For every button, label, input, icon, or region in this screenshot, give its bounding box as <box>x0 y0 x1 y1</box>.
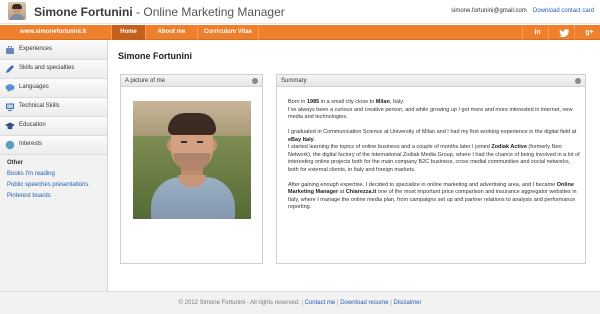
sidebar-item-label: Skills and specialties <box>19 65 75 71</box>
graduation-cap-icon <box>5 122 15 130</box>
tab-curriculum-vitae[interactable]: Curriculum Vitae <box>197 25 259 40</box>
tab-home[interactable]: Home <box>111 25 145 40</box>
site-title: Simone Fortunini - Online Marketing Mana… <box>34 5 285 19</box>
sidebar-item-label: Interests <box>19 141 43 147</box>
panel-header: A picture of me <box>121 75 262 87</box>
sidebar-item-label: Education <box>19 122 46 128</box>
summary-paragraph: Born in 1985 in a small city close to Mi… <box>288 99 573 120</box>
footer-line: © 2012 Simone Fortunini - All rights res… <box>178 300 422 306</box>
sidebar-item-label: Experiences <box>19 46 53 52</box>
footer: © 2012 Simone Fortunini - All rights res… <box>0 291 600 314</box>
summary-paragraph: After gaining enough expertise, I decide… <box>288 181 577 211</box>
googleplus-icon[interactable]: g+ <box>574 25 600 40</box>
sidebar-item-technical-skills[interactable]: Technical Skills <box>0 98 107 117</box>
public-speeches-link[interactable]: Public speeches presentations <box>7 182 88 188</box>
site-owner-role: Online Marketing Manager <box>143 5 285 19</box>
sidebar-item-label: Technical Skills <box>19 103 60 109</box>
sidebar: Experiences Skills and specialties Langu… <box>0 41 108 291</box>
download-contact-card-link[interactable]: Download contact card <box>533 8 594 14</box>
site-url-link[interactable]: www.simonefortunini.it <box>20 25 86 40</box>
sidebar-item-skills[interactable]: Skills and specialties <box>0 60 107 79</box>
books-link[interactable]: Books I'm reading <box>7 171 55 177</box>
download-resume-link[interactable]: Download resume <box>340 300 388 306</box>
page-title: Simone Fortunini <box>118 51 192 61</box>
email-address: simone.fortunini@gmail.com <box>451 8 527 14</box>
other-heading: Other <box>7 160 24 166</box>
summary-panel: Summary Born in 1985 in a small city clo… <box>276 74 586 264</box>
panel-title: A picture of me <box>125 78 166 84</box>
tab-about-me[interactable]: About me <box>145 25 197 40</box>
sidebar-item-label: Languages <box>19 84 49 90</box>
pencil-icon <box>6 65 14 73</box>
sidebar-item-education[interactable]: Education <box>0 117 107 136</box>
sidebar-item-experiences[interactable]: Experiences <box>0 41 107 60</box>
picture-panel: A picture of me <box>120 74 263 264</box>
sidebar-item-languages[interactable]: Languages <box>0 79 107 98</box>
profile-photo <box>133 101 251 219</box>
sidebar-item-interests[interactable]: Interests <box>0 136 107 155</box>
main-navigation: www.simonefortunini.it Home About me Cur… <box>0 25 600 40</box>
summary-text: Born in 1985 in a small city close to Mi… <box>288 99 580 219</box>
pinterest-boards-link[interactable]: Pinterest boards <box>7 193 51 199</box>
copyright-text: © 2012 Simone Fortunini - All rights res… <box>178 300 300 306</box>
panel-header: Summary <box>277 75 585 87</box>
summary-paragraph: I graduated in Communication Science at … <box>288 129 580 173</box>
site-owner-name: Simone Fortunini <box>34 5 133 19</box>
contact-me-link[interactable]: Contact me <box>305 300 336 306</box>
panel-settings-icon[interactable] <box>252 78 258 84</box>
speech-bubble-icon <box>5 84 15 93</box>
panel-settings-icon[interactable] <box>575 78 581 84</box>
disclaimer-link[interactable]: Disclaimer <box>393 300 421 306</box>
title-separator: - <box>136 5 141 19</box>
globe-icon <box>5 140 15 150</box>
avatar <box>8 2 26 20</box>
top-header: Simone Fortunini - Online Marketing Mana… <box>0 0 600 24</box>
computer-icon <box>6 103 14 111</box>
panel-title: Summary <box>281 78 307 84</box>
briefcase-icon <box>6 46 14 54</box>
